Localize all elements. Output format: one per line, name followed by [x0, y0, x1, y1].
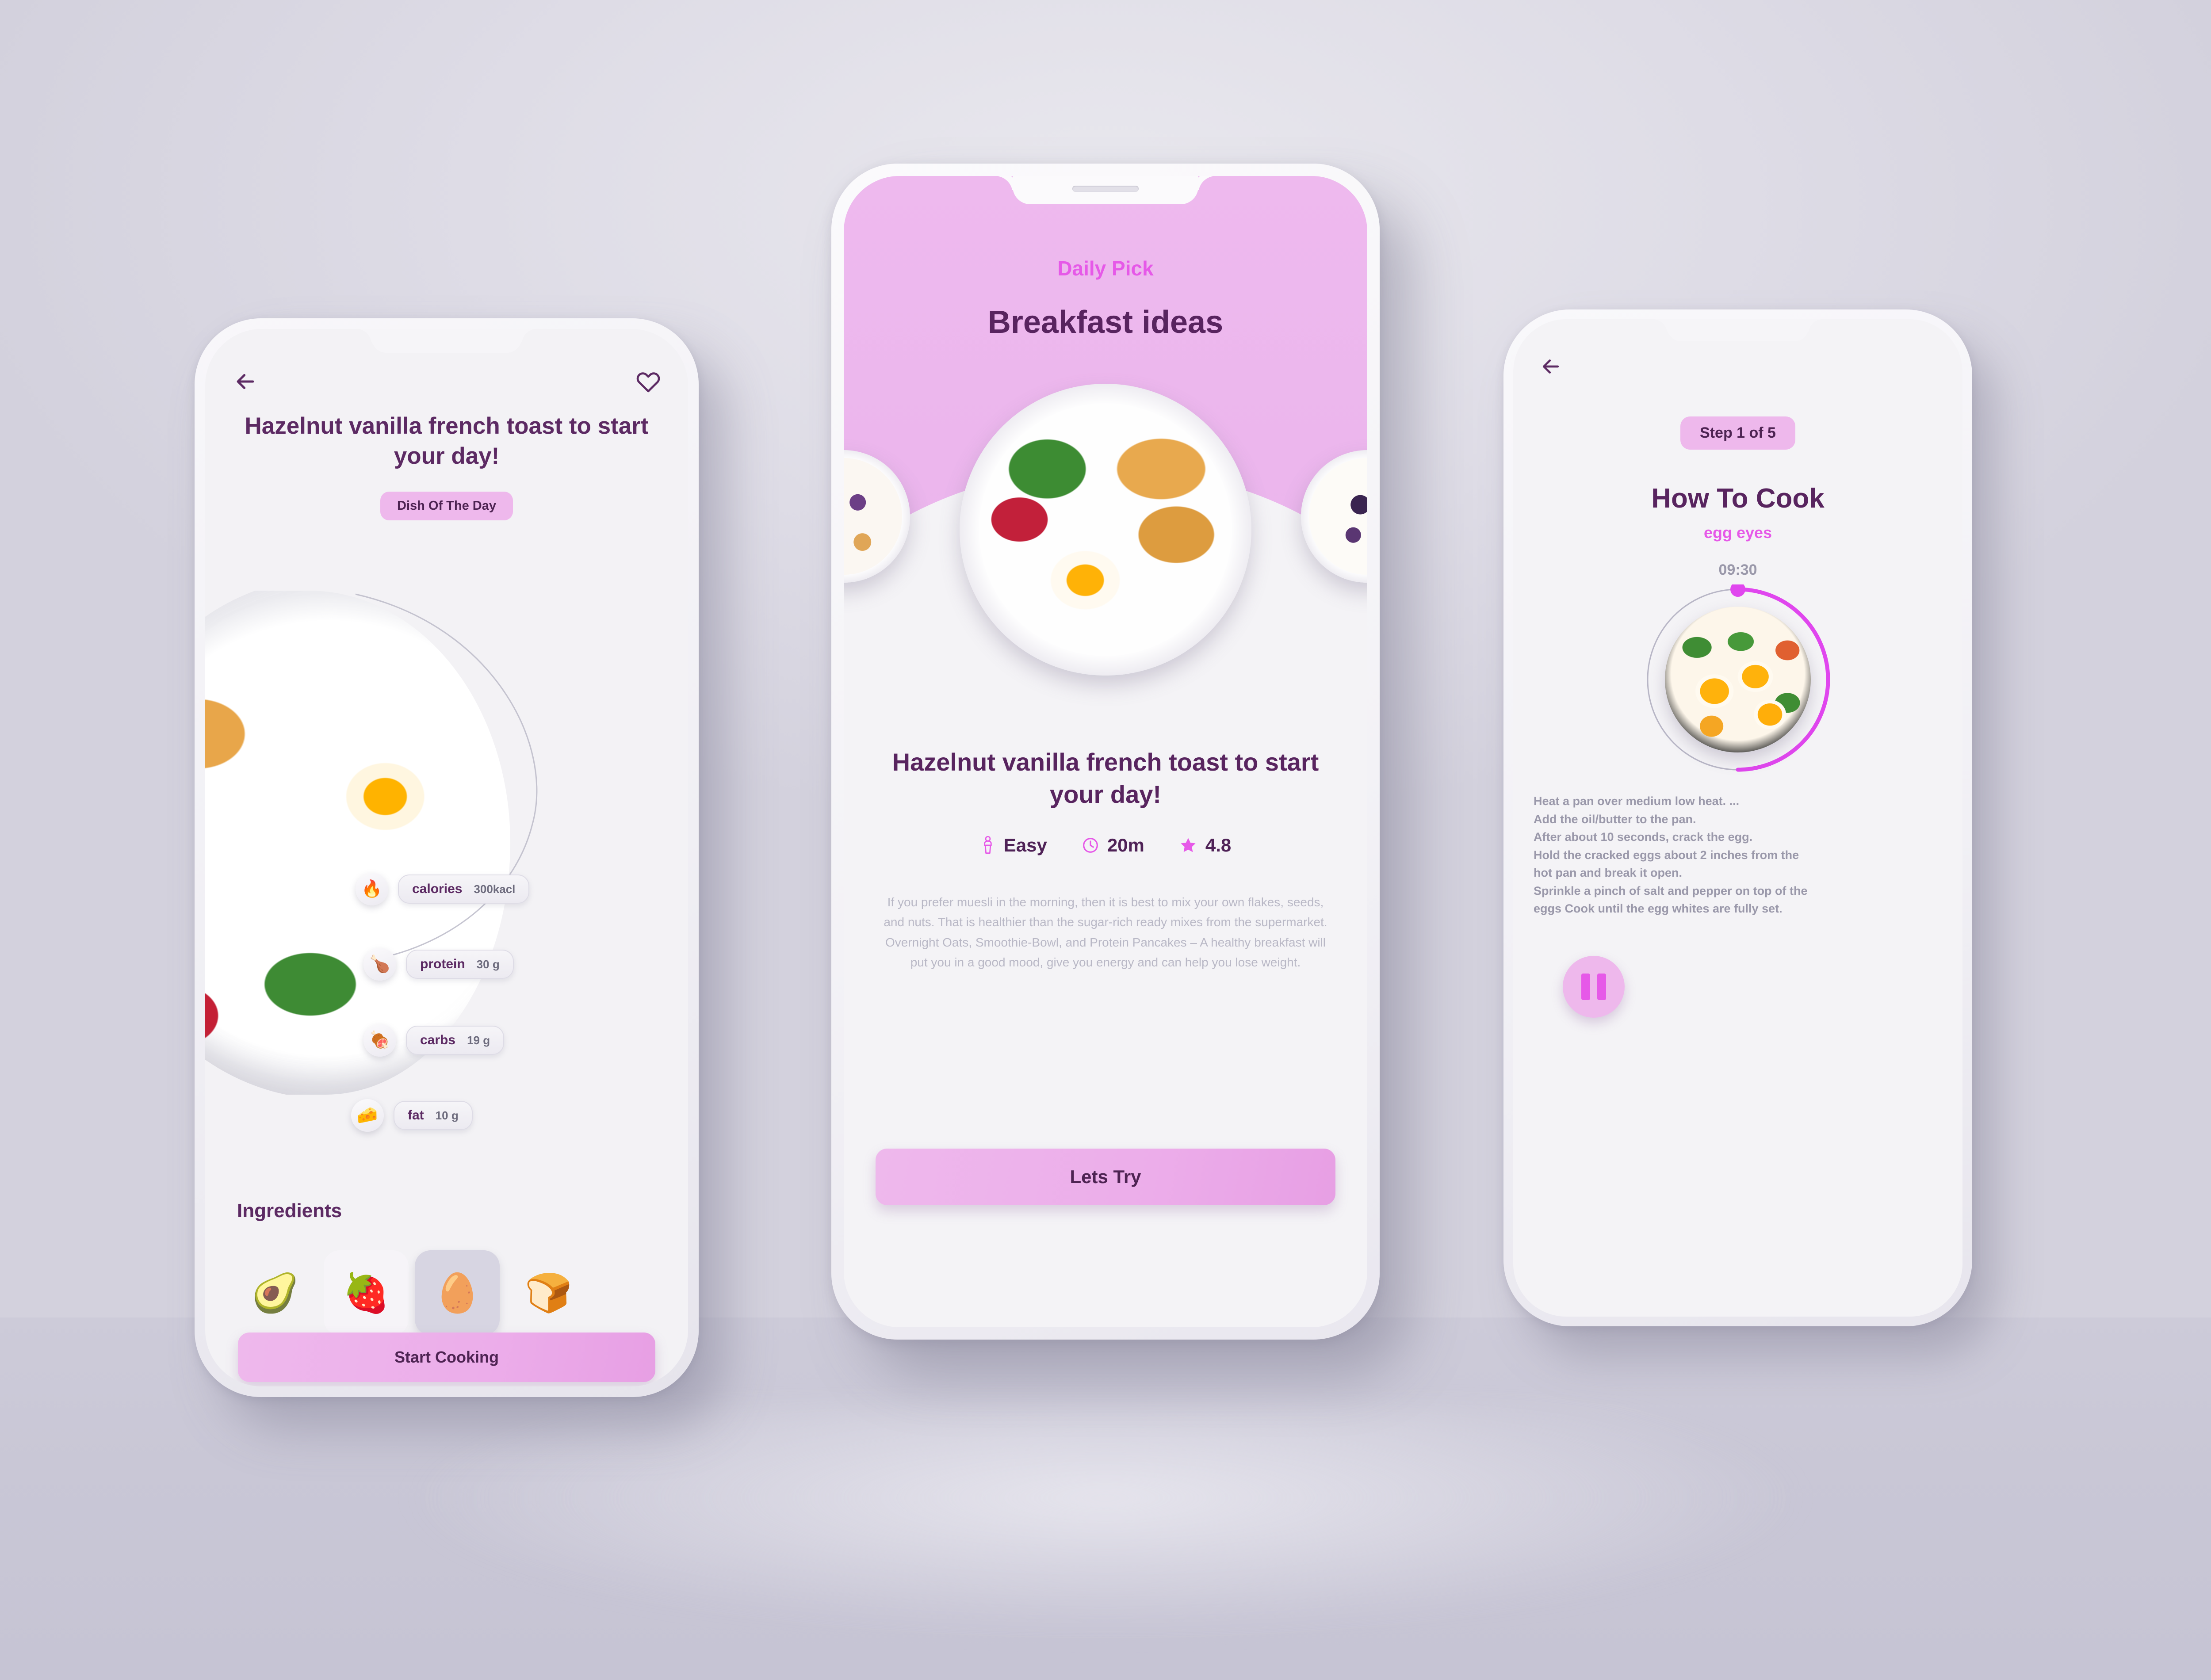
recipe-description: If you prefer muesli in the morning, the…	[884, 895, 1327, 970]
nutrition-value: 300kacl	[474, 882, 516, 896]
meta-rating: 4.8	[1179, 835, 1231, 856]
screen-daily-pick: Daily Pick Breakfast ideas Hazelnut vani…	[844, 176, 1367, 1327]
nutrition-pill: protein 30 g	[406, 950, 514, 979]
detail-topbar	[233, 366, 661, 397]
phone-how-to-cook: Step 1 of 5 How To Cook egg eyes 09:30 H…	[1503, 309, 1972, 1326]
screen-how-to-cook: Step 1 of 5 How To Cook egg eyes 09:30 H…	[1513, 319, 1962, 1317]
meat-icon: 🍖	[363, 1024, 396, 1057]
nutrition-row-calories: 🔥 calories 300kacl	[356, 873, 530, 905]
carousel-card-french-toast-plate[interactable]	[960, 384, 1251, 676]
dish-of-the-day-badge: Dish Of The Day	[380, 492, 513, 520]
recipe-title: Hazelnut vanilla french toast to start y…	[245, 413, 649, 469]
daily-pick-kicker: Daily Pick	[1057, 257, 1154, 280]
back-arrow-icon[interactable]	[233, 369, 258, 394]
nutrition-pill: calories 300kacl	[398, 874, 530, 904]
phone-recipe-detail: Hazelnut vanilla french toast to start y…	[195, 318, 699, 1397]
chef-icon	[983, 836, 992, 854]
step-line: After about 10 seconds, crack the egg.	[1534, 830, 1753, 844]
meta-label: 4.8	[1205, 835, 1232, 855]
step-line: Heat a pan over medium low heat. ...	[1534, 794, 1740, 808]
phone-notch	[371, 329, 522, 353]
ingredient-avocado[interactable]: 🥑	[233, 1250, 317, 1335]
back-arrow-icon[interactable]	[1539, 355, 1563, 378]
meta-difficulty: Easy	[980, 835, 1047, 856]
step-badge: Step 1 of 5	[1680, 416, 1795, 450]
meta-label: 20m	[1107, 835, 1144, 855]
ingredients-list[interactable]: 🥑 🍓 🥚 🍞	[223, 1244, 688, 1341]
nutrition-arc	[355, 593, 538, 962]
timer-value: 09:30	[1718, 561, 1757, 578]
carousel-card-berry-bowl[interactable]	[1301, 450, 1367, 583]
ingredients-heading: Ingredients	[237, 1200, 342, 1222]
meta-label: Easy	[1003, 835, 1047, 855]
nutrition-label: carbs	[420, 1033, 456, 1047]
speaker-slot	[1072, 186, 1139, 192]
nutrition-value: 19 g	[467, 1033, 490, 1047]
cooking-steps-list: Heat a pan over medium low heat. ... Add…	[1534, 792, 1949, 918]
meta-time: 20m	[1082, 835, 1144, 856]
step-line: Sprinkle a pinch of salt and pepper on t…	[1534, 884, 1808, 897]
dish-carousel[interactable]	[844, 384, 1367, 693]
step-line: Hold the cracked eggs about 2 inches fro…	[1534, 848, 1799, 862]
pause-icon-bar	[1597, 974, 1606, 1000]
page-title: How To Cook	[1651, 483, 1825, 514]
nutrition-row-carbs: 🍖 carbs 19 g	[363, 1024, 505, 1057]
floor-glow	[398, 1406, 1813, 1636]
step-line: Add the oil/butter to the pan.	[1534, 812, 1696, 826]
step-line: eggs Cook until the egg whites are fully…	[1534, 902, 1783, 915]
phone-daily-pick: Daily Pick Breakfast ideas Hazelnut vani…	[831, 164, 1380, 1340]
nutrition-label: protein	[420, 957, 465, 971]
nutrition-label: fat	[408, 1108, 424, 1123]
dish-image-shakshuka	[1665, 607, 1811, 752]
ingredient-bread[interactable]: 🍞	[506, 1250, 591, 1335]
heart-outline-icon[interactable]	[636, 369, 661, 394]
recipe-subtitle: egg eyes	[1703, 523, 1772, 542]
nutrition-label: calories	[412, 882, 463, 896]
fire-icon: 🔥	[356, 873, 388, 905]
nutrition-value: 30 g	[476, 957, 500, 971]
star-icon	[1181, 838, 1196, 852]
clock-icon	[1083, 838, 1098, 853]
nutrition-pill: fat 10 g	[394, 1101, 473, 1130]
nutrition-pill: carbs 19 g	[406, 1026, 505, 1055]
carousel-card-yogurt-bowl[interactable]	[844, 450, 910, 583]
step-line: hot pan and break it open.	[1534, 866, 1683, 879]
pause-button[interactable]	[1563, 956, 1625, 1018]
recipe-title: Hazelnut vanilla french toast to start y…	[892, 748, 1319, 808]
ingredient-egg[interactable]: 🥚	[415, 1250, 500, 1335]
ingredient-strawberry[interactable]: 🍓	[324, 1250, 409, 1335]
phone-notch	[1013, 176, 1198, 204]
cheese-icon: 🧀	[351, 1099, 384, 1132]
nutrition-row-fat: 🧀 fat 10 g	[351, 1099, 473, 1132]
pause-icon-bar	[1581, 974, 1590, 1000]
timer-progress-handle	[1730, 584, 1745, 597]
nutrition-row-protein: 🍗 protein 30 g	[363, 948, 514, 981]
phone-notch	[1667, 319, 1809, 341]
poultry-leg-icon: 🍗	[363, 948, 396, 981]
lets-try-button[interactable]: Lets Try	[876, 1149, 1335, 1205]
start-cooking-button[interactable]: Start Cooking	[238, 1333, 655, 1382]
page-title: Breakfast ideas	[987, 305, 1224, 340]
nutrition-value: 10 g	[435, 1108, 459, 1122]
recipe-meta-row: Easy 20m 4.8	[844, 835, 1367, 856]
screen-recipe-detail: Hazelnut vanilla french toast to start y…	[205, 329, 688, 1386]
